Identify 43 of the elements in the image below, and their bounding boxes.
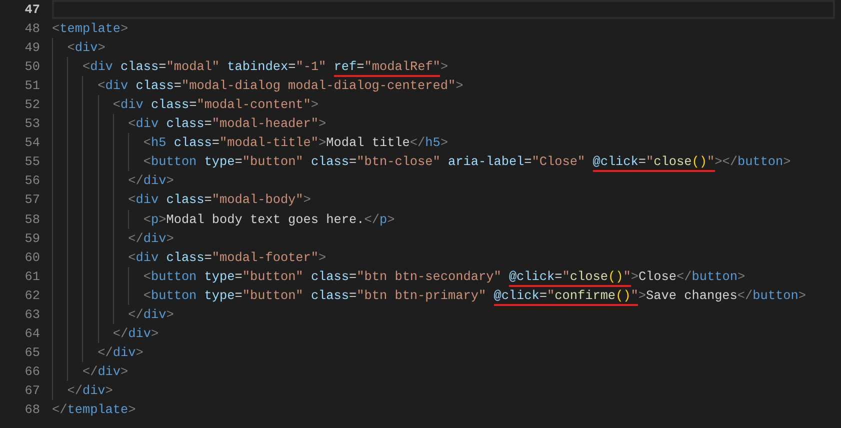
line-number: 53 (24, 115, 40, 134)
code-line: </div> (67, 382, 113, 400)
line-number: 55 (24, 153, 40, 172)
code-line: </div> (98, 344, 144, 362)
line-number: 47 (24, 1, 40, 19)
code-line: </div> (128, 306, 174, 324)
line-number: 65 (24, 344, 40, 362)
code-line: <h5 class="modal-title">Modal title</h5> (143, 134, 448, 152)
line-number: 64 (24, 324, 40, 343)
code-line: </template> (52, 400, 136, 419)
line-number: 57 (24, 191, 40, 210)
code-line: </div> (82, 362, 128, 381)
line-number: 50 (24, 58, 40, 76)
line-number: 52 (24, 96, 40, 114)
line-number: 63 (24, 306, 40, 324)
code-line: </div> (128, 172, 174, 190)
code-line: <template> (52, 20, 128, 38)
code-line: </div> (128, 230, 174, 248)
line-number: 62 (24, 286, 40, 305)
line-number: 66 (24, 362, 40, 381)
code-line: <div class="modal-header"> (128, 115, 326, 134)
code-line: <button type="button" class="btn btn-primary" @click="confirme()">Save changes</button> (143, 286, 806, 305)
line-number: 68 (24, 400, 40, 419)
code-line: <button type="button" class="btn btn-secondary" @click="close()">Close</button> (143, 266, 746, 286)
line-number: 58 (24, 210, 40, 229)
line-number: 60 (24, 248, 40, 267)
code-line: <button type="button" class="btn-close" aria-label="Close" @click="close()"></button> (143, 152, 791, 172)
code-line: <div> (67, 39, 106, 58)
code-line: <div class="modal-body"> (128, 191, 311, 210)
line-number: 61 (24, 268, 40, 286)
code-line: <div class="modal-content"> (112, 96, 319, 114)
code-line: </div> (112, 324, 159, 343)
code-line: <div class="modal-dialog modal-dialog-centered"> (98, 77, 464, 96)
code-line: <div class="modal-footer"> (128, 248, 326, 267)
line-number: 56 (24, 172, 40, 190)
line-number: 67 (24, 382, 40, 400)
line-number: 59 (24, 230, 40, 248)
line-number: 51 (24, 77, 40, 96)
code-line: <p>Modal body text goes here.</p> (143, 210, 395, 229)
line-number: 54 (24, 134, 40, 152)
code-line: <div class="modal" tabindex="-1" ref="modalRef"> (82, 57, 448, 76)
line-number: 48 (24, 20, 40, 38)
line-number: 49 (24, 39, 40, 58)
